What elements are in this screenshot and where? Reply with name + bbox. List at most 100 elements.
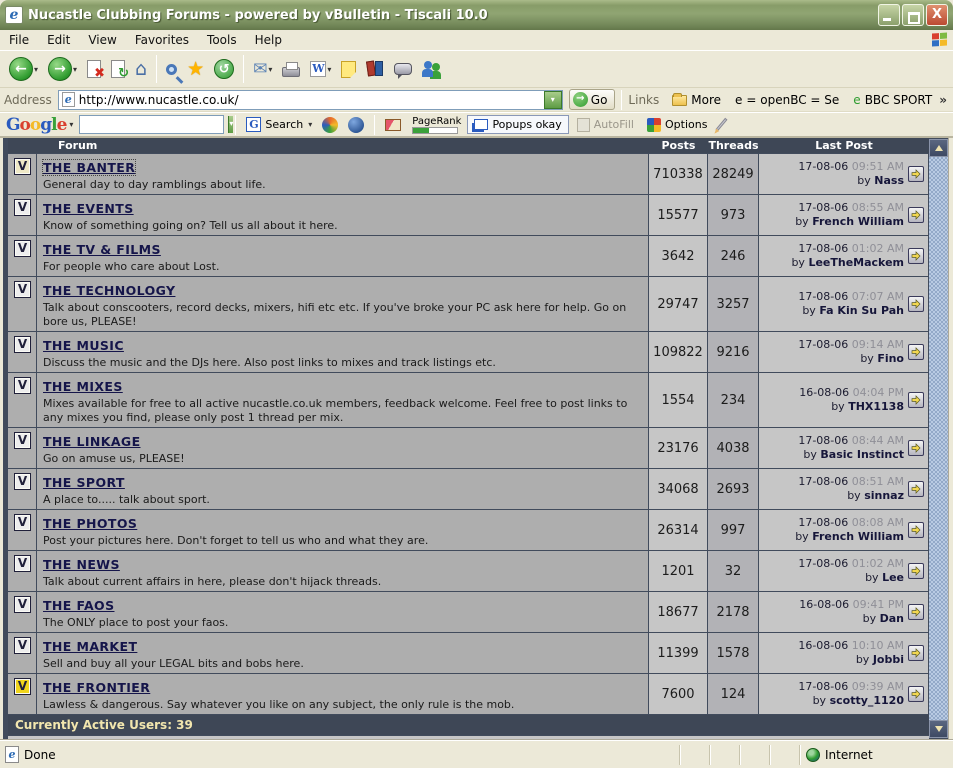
forward-icon: → — [48, 57, 72, 81]
mail-button[interactable]: ✉▾ — [248, 53, 277, 85]
forum-threads-count: 2693 — [707, 469, 758, 509]
edit-with-word-button[interactable]: W▾ — [305, 53, 336, 85]
goto-last-post-button[interactable] — [908, 296, 924, 312]
forum-link[interactable]: THE TECHNOLOGY — [43, 283, 175, 298]
forum-link[interactable]: THE TV & FILMS — [43, 242, 161, 257]
research-button[interactable] — [361, 53, 389, 85]
goto-last-post-button[interactable] — [908, 248, 924, 264]
forward-button[interactable]: →▾ — [43, 53, 82, 85]
menu-help[interactable]: Help — [246, 31, 291, 49]
menu-edit[interactable]: Edit — [38, 31, 79, 49]
pagerank-indicator[interactable]: PageRank — [412, 116, 461, 134]
forum-link[interactable]: THE MARKET — [43, 639, 137, 654]
highlighter-icon[interactable] — [716, 118, 728, 131]
autofill-button[interactable]: AutoFill — [569, 118, 642, 132]
last-post-author: sinnaz — [864, 489, 904, 502]
close-button[interactable]: X — [926, 4, 948, 26]
forward-dropdown[interactable]: ▾ — [73, 65, 77, 74]
vertical-scrollbar[interactable] — [929, 139, 948, 738]
back-button[interactable]: ←▾ — [4, 53, 43, 85]
home-button[interactable]: ⌂ — [130, 53, 152, 85]
mail-dropdown[interactable]: ▾ — [268, 65, 272, 74]
restore-button[interactable] — [902, 4, 924, 26]
google-news-button[interactable] — [380, 117, 406, 133]
forum-link[interactable]: THE FAOS — [43, 598, 115, 613]
address-dropdown-button[interactable]: ▾ — [544, 91, 562, 109]
forum-row: V THE FRONTIER Lawless & dangerous. Say … — [8, 673, 929, 714]
links-overflow-chevron[interactable]: » — [939, 93, 953, 107]
last-post-time: 01:02 AM — [852, 242, 904, 255]
scroll-up-button[interactable] — [929, 139, 948, 157]
go-button[interactable]: → Go — [569, 89, 616, 110]
popup-blocker-button[interactable]: Popups okay — [467, 115, 568, 134]
menu-favorites[interactable]: Favorites — [126, 31, 198, 49]
menu-view[interactable]: View — [79, 31, 125, 49]
google-separator — [235, 115, 236, 135]
scroll-down-button[interactable] — [929, 720, 948, 738]
forum-link[interactable]: THE SPORT — [43, 475, 125, 490]
forum-link[interactable]: THE MIXES — [43, 379, 123, 394]
goto-last-post-button[interactable] — [908, 522, 924, 538]
speech-bubble-icon — [394, 63, 412, 75]
forum-link[interactable]: THE LINKAGE — [43, 434, 141, 449]
discuss-button[interactable] — [389, 53, 417, 85]
history-button[interactable]: ↺ — [209, 53, 239, 85]
google-search-box[interactable]: ▾ — [79, 115, 224, 134]
goto-last-post-button[interactable] — [908, 686, 924, 702]
menu-file[interactable]: File — [0, 31, 38, 49]
edit-dropdown[interactable]: ▾ — [327, 65, 331, 74]
forum-row: V THE TECHNOLOGY Talk about conscooters,… — [8, 276, 929, 331]
address-field[interactable]: e ▾ — [58, 90, 563, 110]
scrollbar-track[interactable] — [929, 157, 948, 720]
goto-last-post-button[interactable] — [908, 392, 924, 408]
link-openbc[interactable]: e= openBC = Se — [728, 93, 846, 107]
yellow-arrow-icon — [911, 347, 921, 357]
forum-link[interactable]: THE EVENTS — [43, 201, 134, 216]
options-button[interactable]: Options — [642, 116, 712, 134]
google-earth-button[interactable] — [343, 115, 369, 135]
last-post-date: 17-08-06 — [798, 160, 848, 173]
forum-page: Forum Posts Threads Last Post V THE BANT… — [8, 138, 929, 740]
goto-last-post-button[interactable] — [908, 440, 924, 456]
forum-status-icon: V — [14, 637, 31, 654]
forum-link[interactable]: THE PHOTOS — [43, 516, 137, 531]
goto-last-post-button[interactable] — [908, 481, 924, 497]
google-separator — [374, 115, 375, 135]
menu-tools[interactable]: Tools — [198, 31, 246, 49]
goto-last-post-button[interactable] — [908, 344, 924, 360]
forum-posts-count: 26314 — [648, 510, 707, 550]
google-logo-dropdown[interactable]: ▾ — [69, 120, 73, 129]
note-icon — [341, 61, 356, 78]
forum-link[interactable]: THE MUSIC — [43, 338, 124, 353]
goto-last-post-button[interactable] — [908, 563, 924, 579]
google-swirl-button[interactable] — [317, 115, 343, 135]
favorites-button[interactable]: ★ — [182, 53, 209, 85]
notes-button[interactable] — [336, 53, 361, 85]
goto-last-post-button[interactable] — [908, 604, 924, 620]
minimize-button[interactable] — [878, 4, 900, 26]
stop-button[interactable]: ✖ — [82, 53, 106, 85]
link-bbc-sport[interactable]: eBBC SPORT — [846, 93, 939, 107]
google-search-button[interactable]: G Search ▾ — [241, 115, 317, 134]
refresh-button[interactable]: ↻ — [106, 53, 130, 85]
google-search-input[interactable] — [80, 116, 228, 133]
google-search-options-dropdown[interactable]: ▾ — [308, 120, 312, 129]
search-button[interactable] — [161, 53, 182, 85]
back-dropdown[interactable]: ▾ — [34, 65, 38, 74]
forum-link[interactable]: THE NEWS — [43, 557, 120, 572]
forum-threads-count: 28249 — [707, 154, 758, 194]
google-logo[interactable]: Google — [6, 115, 66, 135]
forum-link[interactable]: THE BANTER — [43, 160, 135, 175]
forum-link[interactable]: THE FRONTIER — [43, 680, 150, 695]
address-input[interactable] — [79, 93, 544, 107]
google-search-dropdown[interactable]: ▾ — [228, 116, 233, 133]
goto-last-post-button[interactable] — [908, 166, 924, 182]
goto-last-post-button[interactable] — [908, 645, 924, 661]
link-more[interactable]: More — [665, 93, 728, 107]
messenger-button[interactable] — [417, 53, 447, 85]
print-button[interactable] — [277, 53, 305, 85]
goto-last-post-button[interactable] — [908, 207, 924, 223]
last-post-info: 17-08-06 08:44 AM by Basic Instinct — [761, 434, 904, 462]
resize-corner — [939, 745, 953, 765]
yellow-arrow-icon — [911, 566, 921, 576]
